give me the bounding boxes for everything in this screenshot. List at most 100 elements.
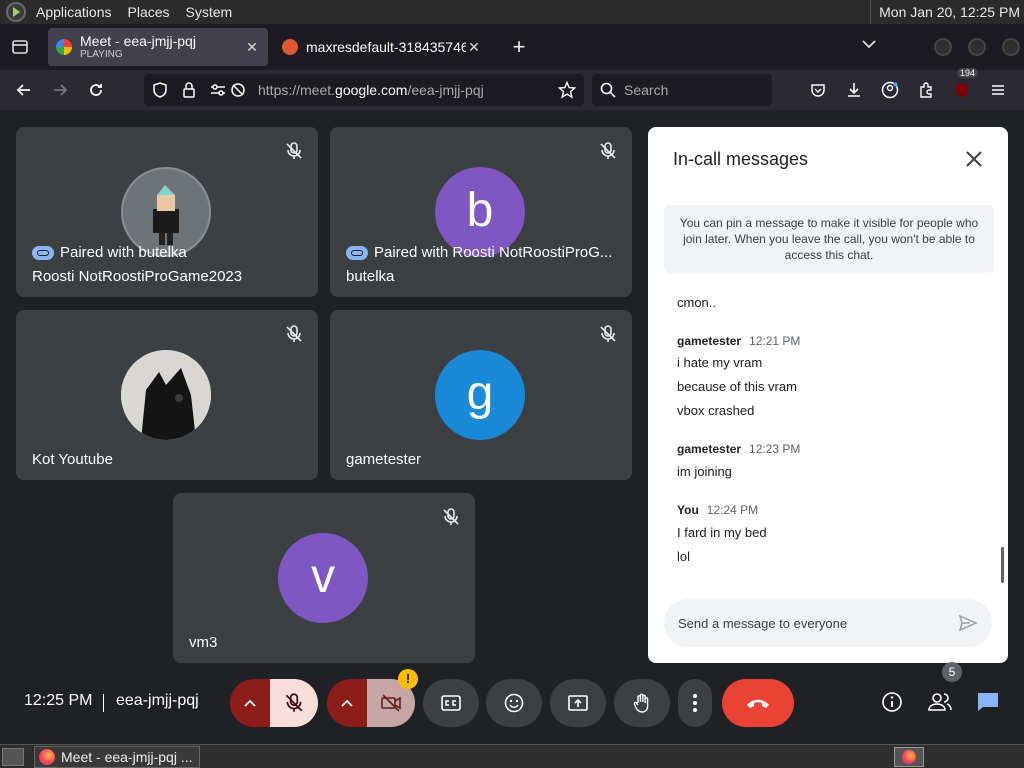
microphone-toggle-button[interactable] [270,679,318,727]
back-button[interactable] [8,74,40,106]
places-menu[interactable]: Places [120,0,178,24]
message-sender: gametester [677,442,742,456]
mic-off-icon [286,142,302,159]
ublock-count-badge: 194 [956,68,978,78]
meeting-code: eea-jmjj-pqj [116,692,199,709]
system-clock[interactable]: Mon Jan 20, 12:25 PM [870,0,1020,24]
camera-warning-badge[interactable]: ! [398,669,418,689]
puzzle-piece-icon [920,82,932,98]
black-cat-avatar-icon [121,350,211,440]
minimize-window-button[interactable] [934,38,952,56]
avatar [121,350,211,440]
close-window-button[interactable] [1002,38,1020,56]
participant-tile[interactable]: b Paired with Roosti NotRoostiProG... bu… [330,127,632,297]
meeting-details-button[interactable] [878,688,906,716]
google-meet-favicon-icon [56,39,72,55]
message-header: gametester 12:23 PM [677,441,800,456]
permissions-icon[interactable] [210,82,226,98]
emoji-icon [504,693,524,713]
close-panel-icon[interactable] [962,147,986,171]
video-settings-button[interactable] [327,679,367,727]
pocket-button[interactable] [802,74,834,106]
lock-icon[interactable] [182,82,196,98]
link-icon [346,245,368,260]
list-all-tabs-chevron-icon[interactable] [862,36,876,54]
applications-menu[interactable]: Applications [28,0,120,24]
emoji-reactions-button[interactable] [486,679,542,727]
search-placeholder: Search [624,82,669,98]
info-icon [882,692,902,712]
firefox-view-button[interactable] [2,29,38,65]
microphone-control [230,679,318,727]
captions-button[interactable] [423,679,479,727]
present-screen-button[interactable] [550,679,606,727]
url-text[interactable]: https://meet.google.com/eea-jmjj-pqj [258,82,558,98]
message-text: vbox crashed [677,403,755,418]
account-button[interactable] [874,74,906,106]
chat-button[interactable] [974,688,1002,716]
workspace-switcher[interactable] [894,747,924,767]
distro-logo-icon[interactable] [6,2,26,22]
app-menu-button[interactable] [982,74,1014,106]
bookmark-star-icon[interactable] [558,81,576,99]
address-bar[interactable]: https://meet.google.com/eea-jmjj-pqj [144,74,584,106]
message-text: I fard in my bed [677,525,767,540]
ublock-shield-icon [956,83,968,97]
taskbar-window-title: Meet - eea-jmjj-pqj ... [61,748,193,765]
message-composer[interactable] [664,599,992,647]
audio-settings-button[interactable] [230,679,270,727]
firefox-view-icon [12,40,28,54]
raise-hand-button[interactable] [614,679,670,727]
message-text: im joining [677,464,732,479]
roblox-character-avatar-icon [153,185,179,245]
participant-name: gametester [346,451,422,468]
paired-label: Paired with butelka [32,244,187,261]
more-vert-icon [693,694,697,712]
mic-off-icon [443,508,459,525]
tab-image[interactable]: maxresdefault-318435746.j ✕ [274,28,490,66]
mic-off-icon [600,325,616,342]
message-header: gametester 12:21 PM [677,333,800,348]
tab-meet[interactable]: Meet - eea-jmjj-pqj PLAYING ✕ [48,28,268,66]
message-text: because of this vram [677,379,797,394]
people-icon [928,693,952,711]
downloads-button[interactable] [838,74,870,106]
tracking-protection-shield-icon[interactable] [152,82,168,98]
camera-blocked-icon[interactable] [230,82,246,98]
duckduckgo-favicon-icon [282,39,298,55]
participant-tile[interactable]: Kot Youtube [16,310,318,480]
search-icon [600,82,616,98]
participant-tile[interactable]: v vm3 [173,493,475,663]
ublock-extension-button[interactable]: 194 [946,68,978,106]
reload-icon [90,84,102,96]
new-tab-button[interactable]: + [504,32,534,62]
firefox-icon [39,748,55,765]
chat-scrollbar[interactable] [1001,547,1004,583]
mic-off-icon [286,325,302,342]
camera-off-icon [381,694,401,712]
reload-button[interactable] [80,74,112,106]
more-options-button[interactable] [678,679,712,727]
show-desktop-button[interactable] [2,747,24,766]
close-tab-icon[interactable]: ✕ [466,39,482,55]
message-header: You 12:24 PM [677,502,758,517]
divider [103,694,104,712]
search-box[interactable]: Search [592,74,772,106]
meet-content: Paired with butelka Roosti NotRoostiProG… [0,110,1024,744]
people-button[interactable] [926,688,954,716]
participant-tile[interactable]: Paired with butelka Roosti NotRoostiProG… [16,127,318,297]
taskbar-window-button[interactable]: Meet - eea-jmjj-pqj ... [34,745,200,768]
participant-tile[interactable]: g gametester [330,310,632,480]
message-input[interactable] [678,615,958,631]
maximize-window-button[interactable] [968,38,986,56]
close-tab-icon[interactable]: ✕ [244,39,260,55]
message-sender: gametester [677,334,742,348]
extensions-button[interactable] [910,74,942,106]
leave-call-button[interactable] [722,679,794,727]
participant-name: Roosti NotRoostiProGame2023 [32,268,243,285]
paired-text: Paired with butelka [60,244,187,261]
forward-button[interactable] [44,74,76,106]
in-call-messages-panel: In-call messages You can pin a message t… [648,127,1008,663]
system-menu[interactable]: System [178,0,241,24]
send-icon[interactable] [958,613,978,633]
